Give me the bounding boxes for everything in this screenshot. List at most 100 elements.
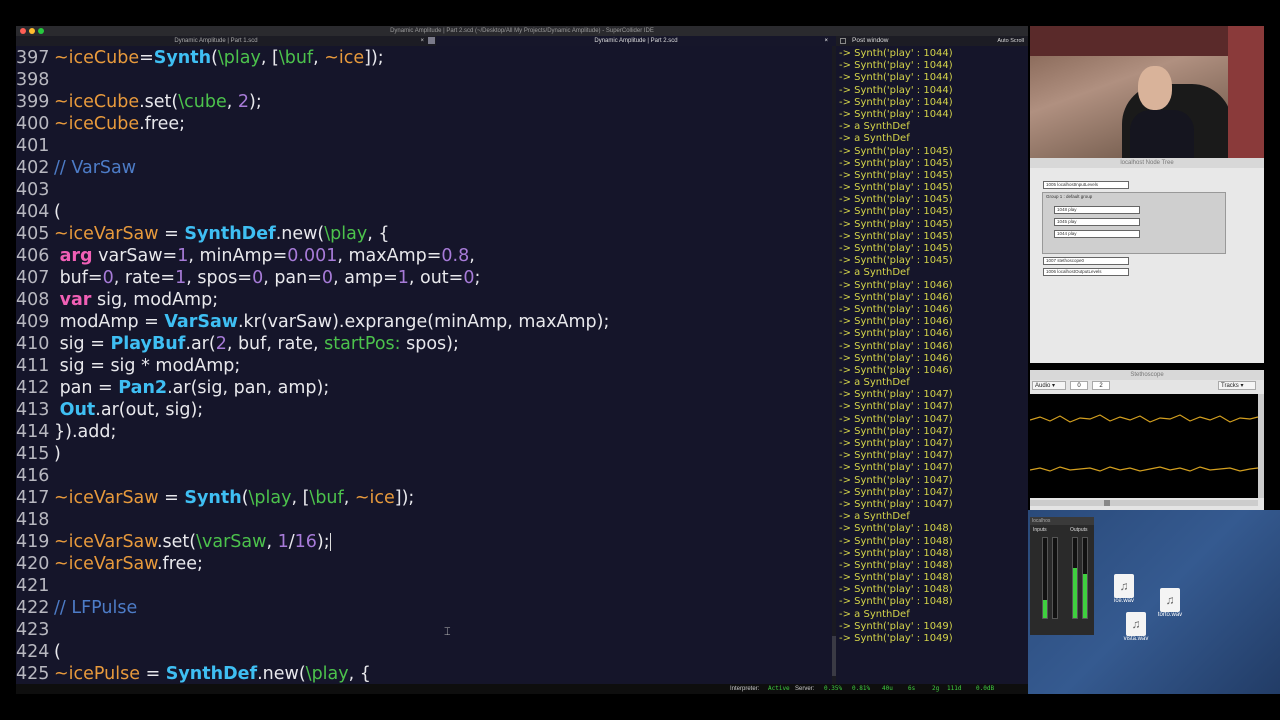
scope-x-scrollbar[interactable] bbox=[1030, 500, 1258, 506]
channels-field[interactable]: 2 bbox=[1092, 381, 1110, 390]
level-meter-bar bbox=[1072, 537, 1078, 619]
line-number: 403 bbox=[16, 180, 50, 200]
code-line[interactable]: 402// VarSaw bbox=[16, 157, 831, 179]
node-play[interactable]: 1045 play bbox=[1054, 218, 1140, 226]
code-line[interactable]: 410 sig = PlayBuf.ar(2, buf, rate, start… bbox=[16, 333, 831, 355]
code-token: , rate= bbox=[113, 268, 176, 288]
server-peak-cpu[interactable]: 0.81% bbox=[852, 684, 870, 694]
code-token: sig = bbox=[54, 334, 111, 354]
code-line[interactable]: 400 ~iceCube.free; bbox=[16, 113, 831, 135]
server-synths[interactable]: 6s bbox=[908, 684, 915, 694]
code-line[interactable]: 408 var sig, modAmp; bbox=[16, 289, 831, 311]
node-tree-window: localhost Node Tree 1005 localhostInputL… bbox=[1030, 158, 1264, 363]
code-token: Synth bbox=[184, 488, 242, 508]
post-line: -> Synth('play' : 1046) bbox=[839, 364, 953, 376]
post-window-menu-icon[interactable] bbox=[840, 38, 846, 44]
server-groups[interactable]: 2g bbox=[932, 684, 939, 694]
view-select[interactable]: Tracks ▾ bbox=[1218, 381, 1256, 390]
index-field[interactable]: 0 bbox=[1070, 381, 1088, 390]
code-line[interactable]: 401 bbox=[16, 135, 831, 157]
post-line: -> Synth('play' : 1045) bbox=[839, 194, 953, 206]
node-play[interactable]: 1044 play bbox=[1054, 230, 1140, 238]
close-window-icon[interactable] bbox=[20, 28, 26, 34]
code-token: ); bbox=[316, 532, 330, 552]
server-volume[interactable]: 0.0dB bbox=[976, 684, 994, 694]
code-line[interactable]: 406 arg varSaw=1, minAmp=0.001, maxAmp=0… bbox=[16, 245, 831, 267]
code-line[interactable]: 425 ~icePulse = SynthDef.new(\play, { bbox=[16, 663, 831, 685]
post-line: -> Synth('play' : 1045) bbox=[839, 206, 953, 218]
post-line: -> a SynthDef bbox=[839, 377, 910, 389]
minimize-window-icon[interactable] bbox=[29, 28, 35, 34]
code-line[interactable]: 423 bbox=[16, 619, 831, 641]
code-line[interactable]: 404( bbox=[16, 201, 831, 223]
auto-scroll-button[interactable]: Auto Scroll bbox=[997, 36, 1024, 46]
code-token: ( bbox=[54, 642, 61, 662]
code-line[interactable]: 409 modAmp = VarSaw.kr(varSaw).exprange(… bbox=[16, 311, 831, 333]
code-line[interactable]: 407 buf=0, rate=1, spos=0, pan=0, amp=1,… bbox=[16, 267, 831, 289]
code-token: , minAmp= bbox=[188, 246, 288, 266]
code-line[interactable]: 405 ~iceVarSaw = SynthDef.new(\play, { bbox=[16, 223, 831, 245]
code-line[interactable]: 416 bbox=[16, 465, 831, 487]
tab-part-2[interactable]: Dynamic Amplitude | Part 2.scd × bbox=[436, 36, 836, 46]
rate-select[interactable]: Audio ▾ bbox=[1032, 381, 1066, 390]
code-line[interactable]: 397 ~iceCube=Synth(\play, [\buf, ~ice]); bbox=[16, 47, 831, 69]
level-meter-fill bbox=[1043, 600, 1047, 618]
code-line[interactable]: 414}).add; bbox=[16, 421, 831, 443]
code-line[interactable]: 420 ~iceVarSaw.free; bbox=[16, 553, 831, 575]
scope-display bbox=[1029, 394, 1259, 498]
code-text: ~iceVarSaw.free; bbox=[54, 553, 203, 575]
interpreter-state[interactable]: Active bbox=[768, 684, 790, 694]
zoom-window-icon[interactable] bbox=[38, 28, 44, 34]
code-line[interactable]: 413 Out.ar(out, sig); bbox=[16, 399, 831, 421]
code-line[interactable]: 422// LFPulse bbox=[16, 597, 831, 619]
line-number: 400 bbox=[16, 114, 50, 134]
tab-label: Dynamic Amplitude | Part 1.scd bbox=[174, 38, 258, 44]
window-titlebar: Dynamic Amplitude | Part 2.scd (~/Deskto… bbox=[16, 26, 1028, 36]
code-line[interactable]: 399 ~iceCube.set(\cube, 2); bbox=[16, 91, 831, 113]
code-token: 0 bbox=[102, 268, 114, 288]
code-line[interactable]: 412 pan = Pan2.ar(sig, pan, amp); bbox=[16, 377, 831, 399]
plaid-blanket-image bbox=[1228, 26, 1264, 158]
code-line[interactable]: 417 ~iceVarSaw = Synth(\play, [\buf, ~ice… bbox=[16, 487, 831, 509]
code-line[interactable]: 415) bbox=[16, 443, 831, 465]
code-text: }).add; bbox=[54, 421, 116, 443]
code-token: ]); bbox=[364, 48, 384, 68]
line-number: 420 bbox=[16, 554, 50, 574]
close-tab-icon[interactable]: × bbox=[420, 36, 424, 46]
code-line[interactable]: 398 bbox=[16, 69, 831, 91]
node-play[interactable]: 1048 play bbox=[1054, 206, 1140, 214]
code-line[interactable]: 411 sig = sig * modAmp; bbox=[16, 355, 831, 377]
level-meter-window: localhos Inputs Outputs bbox=[1030, 517, 1094, 635]
node-input-levels[interactable]: 1005 localhostInputLevels bbox=[1043, 181, 1129, 189]
code-text: sig = PlayBuf.ar(2, buf, rate, startPos:… bbox=[54, 333, 459, 355]
waveform-channel-1 bbox=[1029, 414, 1259, 423]
node-output-levels[interactable]: 1006 localhostOutputLevels bbox=[1043, 268, 1129, 276]
ide-window: Dynamic Amplitude | Part 2.scd (~/Deskto… bbox=[16, 26, 1028, 694]
scope-x-scroll-thumb[interactable] bbox=[1104, 500, 1110, 506]
code-editor[interactable]: 397 ~iceCube=Synth(\play, [\buf, ~ice]); 3… bbox=[16, 46, 831, 686]
code-line[interactable]: 419 ~iceVarSaw.set(\varSaw, 1/16); bbox=[16, 531, 831, 553]
file-ice-wav[interactable]: ♫ ice.wav bbox=[1104, 574, 1144, 604]
post-line: -> Synth('play' : 1045) bbox=[839, 145, 953, 157]
server-synthdefs[interactable]: 111d bbox=[947, 684, 961, 694]
audio-file-icon: ♫ bbox=[1126, 612, 1146, 636]
post-line: -> Synth('play' : 1048) bbox=[839, 596, 953, 608]
line-number: 406 bbox=[16, 246, 50, 266]
code-line[interactable]: 424( bbox=[16, 641, 831, 663]
code-line[interactable]: 403 bbox=[16, 179, 831, 201]
line-number: 404 bbox=[16, 202, 50, 222]
node-stethoscope[interactable]: 1007 stethoscope0 bbox=[1043, 257, 1129, 265]
file-vista-wav[interactable]: ♫ vista.wav bbox=[1116, 612, 1156, 642]
code-token: buf= bbox=[54, 268, 103, 288]
scope-y-scrollbar[interactable] bbox=[1258, 394, 1264, 498]
code-token: , [ bbox=[291, 488, 310, 508]
tab-part-1[interactable]: Dynamic Amplitude | Part 1.scd × bbox=[16, 36, 424, 46]
code-line[interactable]: 418 bbox=[16, 509, 831, 531]
close-tab-icon[interactable]: × bbox=[824, 36, 828, 46]
line-number: 421 bbox=[16, 576, 50, 596]
file-torto-wav[interactable]: ♫ torto.wav bbox=[1150, 588, 1190, 618]
server-avg-cpu[interactable]: 0.35% bbox=[824, 684, 842, 694]
post-line: -> Synth('play' : 1045) bbox=[839, 182, 953, 194]
code-line[interactable]: 421 bbox=[16, 575, 831, 597]
server-ugens[interactable]: 40u bbox=[882, 684, 893, 694]
